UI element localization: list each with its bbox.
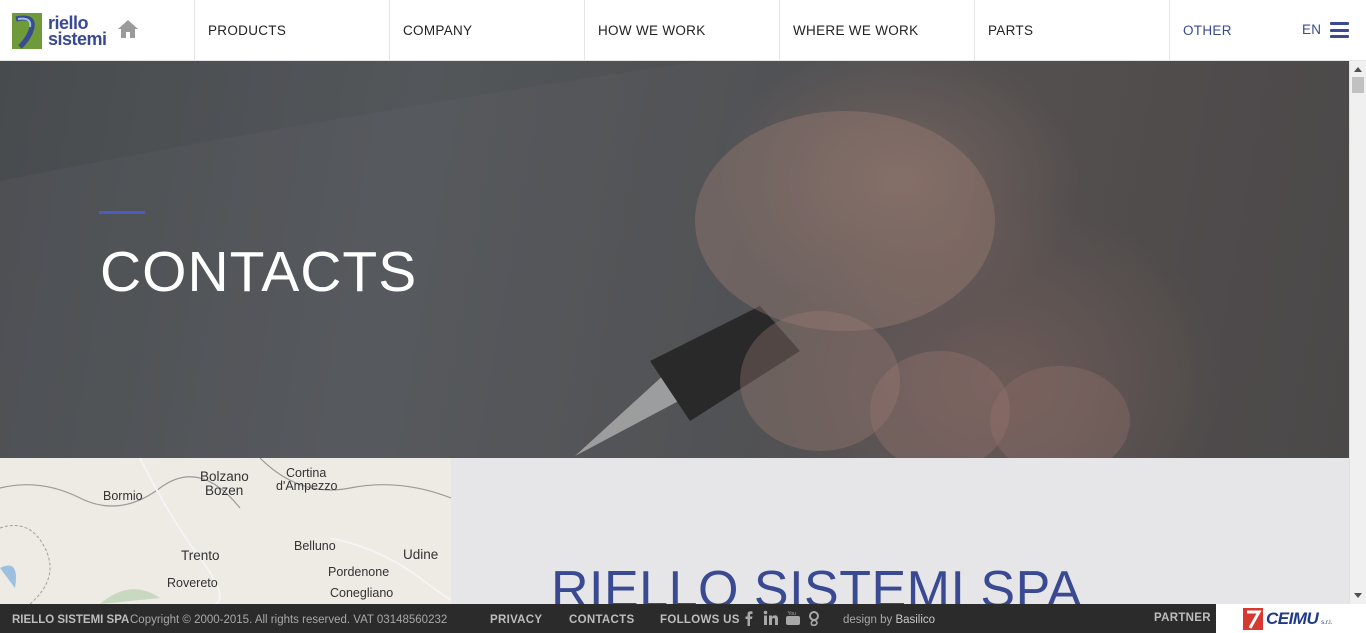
google-plus-icon[interactable] (807, 610, 823, 626)
svg-text:You: You (788, 611, 797, 617)
footer-contacts-link[interactable]: CONTACTS (569, 614, 634, 626)
site-footer: RIELLO SISTEMI SPA Copyright © 2000-2015… (0, 604, 1366, 633)
partner-ceimu-logo[interactable]: CEIMU s.r.l. (1216, 604, 1366, 633)
nav-item-how-we-work[interactable]: HOW WE WORK (584, 0, 779, 60)
map-place: Pordenone (328, 565, 390, 579)
hero-banner: CONTACTS (0, 61, 1349, 458)
map-place: Conegliano (330, 586, 394, 600)
youtube-icon[interactable]: You (785, 610, 801, 626)
nav-item-company[interactable]: COMPANY (389, 0, 584, 60)
linkedin-icon[interactable] (763, 610, 779, 626)
facebook-icon[interactable] (741, 610, 757, 626)
page-title: CONTACTS (100, 240, 418, 304)
footer-designer-link[interactable]: Basilico (895, 614, 935, 626)
footer-design-by: design by (843, 614, 893, 626)
main-nav: PRODUCTS COMPANY HOW WE WORK WHERE WE WO… (194, 0, 1364, 60)
map-place: Bormio (103, 489, 143, 503)
footer-privacy-link[interactable]: PRIVACY (490, 614, 542, 626)
language-selector[interactable]: EN (1302, 22, 1321, 37)
location-map[interactable]: Bolzano Bozen Cortina d'Ampezzo Bormio B… (0, 458, 451, 604)
nav-item-where-we-work[interactable]: WHERE WE WORK (779, 0, 974, 60)
map-place: Bozen (205, 483, 244, 498)
map-place: Trento (181, 548, 220, 563)
company-info-panel: RIELLO SISTEMI SPA (451, 458, 1349, 604)
home-icon[interactable] (117, 18, 139, 40)
ceimu-suffix: s.r.l. (1321, 619, 1333, 626)
logo-mark-icon (12, 13, 42, 49)
scroll-down-arrow-icon[interactable] (1354, 593, 1362, 598)
nav-item-products[interactable]: PRODUCTS (194, 0, 389, 60)
map-place: Udine (403, 547, 439, 562)
social-links: You (741, 610, 823, 626)
menu-icon[interactable] (1330, 22, 1349, 38)
footer-company-name: RIELLO SISTEMI SPA (12, 614, 130, 626)
map-place: Bolzano (200, 469, 249, 484)
footer-follow-label: FOLLOWS US (660, 614, 740, 626)
scrollbar-thumb[interactable] (1352, 77, 1364, 93)
logo-text-line2: sistemi (48, 29, 107, 49)
map-place: Cortina (286, 466, 327, 480)
ceimu-logo-icon (1243, 607, 1263, 630)
map-place: d'Ampezzo (276, 479, 338, 493)
map-place: Belluno (294, 539, 336, 553)
site-header: riello sistemi PRODUCTS COMPANY HOW WE W… (0, 0, 1366, 61)
footer-partner-label: PARTNER (1154, 612, 1211, 624)
ceimu-brand-text: CEIMU (1266, 608, 1319, 628)
nav-item-parts[interactable]: PARTS (974, 0, 1169, 60)
riello-sistemi-logo[interactable]: riello sistemi (12, 10, 107, 52)
scroll-up-arrow-icon[interactable] (1354, 67, 1362, 72)
page-scrollbar[interactable] (1349, 61, 1366, 604)
map-place: Rovereto (167, 576, 218, 590)
hero-accent-line (99, 211, 145, 214)
company-name-heading: RIELLO SISTEMI SPA (551, 561, 1083, 604)
footer-copyright: Copyright © 2000-2015. All rights reserv… (130, 614, 448, 626)
